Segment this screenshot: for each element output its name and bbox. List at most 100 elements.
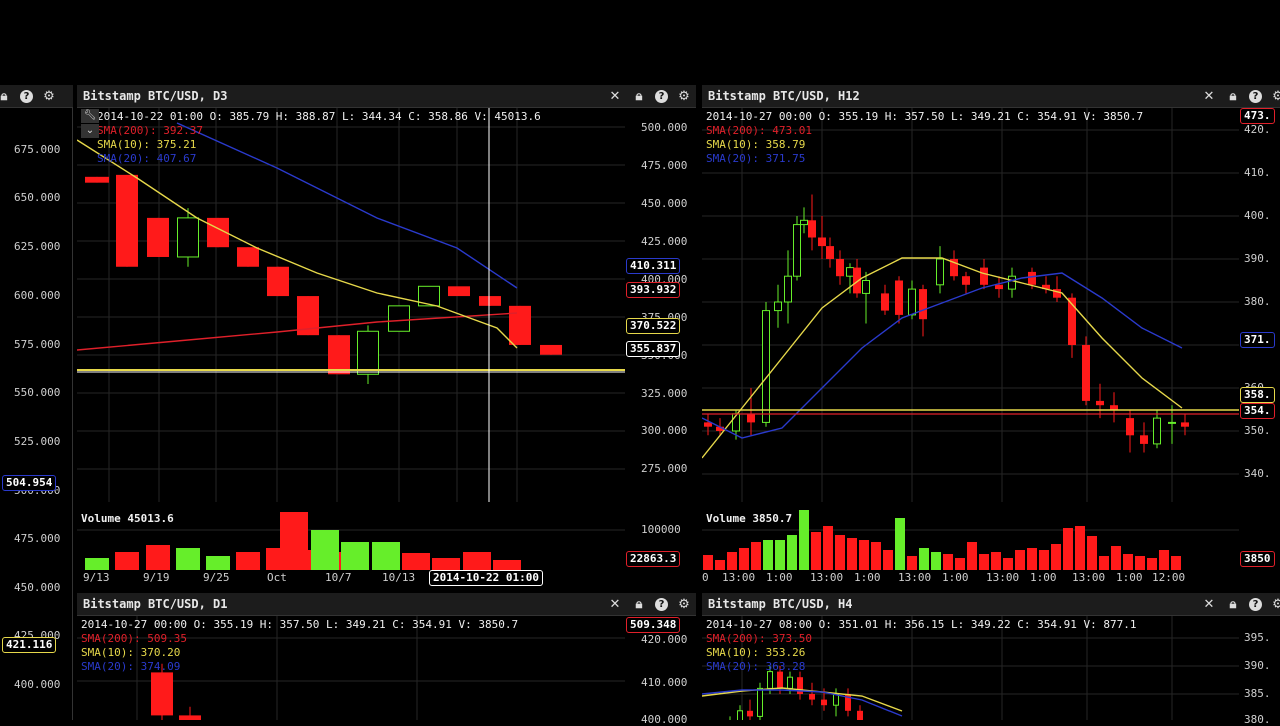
candle-body bbox=[328, 335, 350, 375]
price-tick-label: 500.000 bbox=[641, 121, 688, 134]
sma10-readout: SMA(10): 370.20 bbox=[81, 646, 181, 659]
volume-bar bbox=[1123, 554, 1133, 570]
candle-body bbox=[980, 267, 988, 285]
help-icon[interactable]: ? bbox=[655, 89, 668, 103]
help-icon[interactable]: ? bbox=[20, 89, 33, 103]
volume-bar bbox=[799, 510, 809, 570]
volume-bar bbox=[919, 548, 929, 570]
volume-bar bbox=[1063, 528, 1073, 570]
price-tick-label: 410.000 bbox=[641, 676, 688, 689]
price-axis: 420.410.400.390.380.370.360.350.340.473.… bbox=[1240, 108, 1280, 502]
candle-body bbox=[821, 699, 827, 706]
price-tick-label: 420. bbox=[1244, 123, 1271, 136]
volume-bar bbox=[206, 556, 230, 570]
volume-bar bbox=[1015, 550, 1025, 570]
volume-bar bbox=[372, 542, 400, 570]
candle-body bbox=[151, 672, 173, 716]
gear-icon[interactable]: ⚙ bbox=[676, 88, 692, 104]
lock-icon[interactable]: 🔒︎ bbox=[0, 88, 12, 104]
lock-icon[interactable]: 🔒︎ bbox=[1225, 596, 1241, 612]
price-tick-label: 100000 bbox=[641, 523, 681, 536]
price-chart-d3[interactable] bbox=[77, 108, 625, 502]
candle-body bbox=[448, 286, 470, 297]
candle-body bbox=[388, 305, 410, 332]
candle-body bbox=[747, 413, 755, 423]
price-tick-label: 395. bbox=[1244, 631, 1271, 644]
price-tick-label: 420.000 bbox=[641, 633, 688, 646]
panel-titlebar: Bitstamp BTC/USD, D1 ✕ 🔒︎ ? ⚙ bbox=[77, 593, 696, 616]
volume-label: Volume 45013.6 bbox=[81, 512, 174, 525]
candle-body bbox=[787, 676, 793, 689]
volume-bar bbox=[859, 540, 869, 570]
panel-title: Bitstamp BTC/USD, H12 bbox=[708, 89, 860, 103]
candle-body bbox=[774, 301, 782, 312]
volume-bar bbox=[1075, 526, 1085, 570]
chart-panel-h4: Bitstamp BTC/USD, H4 ✕ 🔒︎ ? ⚙ 2014-10-27… bbox=[702, 593, 1280, 726]
candle-body bbox=[826, 246, 834, 259]
sma200-readout: SMA(200): 509.35 bbox=[81, 632, 187, 645]
close-icon[interactable]: ✕ bbox=[1201, 88, 1217, 104]
candle-body bbox=[1096, 400, 1104, 406]
candle-body bbox=[962, 276, 970, 285]
ohlc-readout: 2014-10-27 08:00 O: 351.01 H: 356.15 L: … bbox=[706, 618, 1137, 631]
lock-icon[interactable]: 🔒︎ bbox=[631, 596, 647, 612]
time-tick-label: 0 bbox=[702, 571, 709, 584]
time-tick-label: 13:00 bbox=[986, 571, 1020, 584]
price-tick-label: 425.000 bbox=[641, 235, 688, 248]
sma20-readout: SMA(20): 371.75 bbox=[706, 152, 806, 165]
help-icon[interactable]: ? bbox=[1249, 89, 1262, 103]
time-tick-label: 1:00 bbox=[1116, 571, 1143, 584]
gear-icon[interactable]: ⚙ bbox=[1270, 88, 1280, 104]
price-tick-label: 350. bbox=[1244, 424, 1271, 437]
lock-icon[interactable]: 🔒︎ bbox=[1225, 88, 1241, 104]
volume-bar bbox=[1051, 544, 1061, 570]
candle-body bbox=[267, 266, 289, 297]
volume-bar bbox=[775, 540, 785, 570]
volume-bar bbox=[943, 554, 953, 570]
price-chart-h12[interactable] bbox=[702, 108, 1239, 502]
sma20-readout: SMA(20): 374.09 bbox=[81, 660, 181, 673]
close-icon[interactable]: ✕ bbox=[1201, 596, 1217, 612]
volume-bar bbox=[835, 535, 845, 570]
help-icon[interactable]: ? bbox=[1249, 597, 1262, 611]
gear-icon[interactable]: ⚙ bbox=[41, 88, 57, 104]
price-tick-label: 475.000 bbox=[641, 159, 688, 172]
chevron-down-icon[interactable]: ⌄ bbox=[81, 124, 99, 138]
time-tick-label: 9/13 bbox=[83, 571, 110, 584]
volume-bar bbox=[1171, 556, 1181, 570]
volume-bar bbox=[739, 548, 749, 570]
time-tick-label: 1:00 bbox=[766, 571, 793, 584]
candle-body bbox=[1126, 418, 1134, 436]
volume-bar bbox=[763, 540, 773, 570]
volume-bar bbox=[847, 538, 857, 570]
candle-body bbox=[936, 258, 944, 286]
volume-bar bbox=[236, 552, 260, 570]
candle-body bbox=[777, 671, 783, 689]
candle-body bbox=[85, 176, 109, 183]
volume-bar bbox=[703, 555, 713, 570]
volume-bar bbox=[402, 553, 430, 570]
sma200-readout: SMA(200): 373.50 bbox=[706, 632, 812, 645]
time-tick-label: 12:00 bbox=[1152, 571, 1186, 584]
candle-body bbox=[147, 217, 169, 257]
volume-bar bbox=[463, 552, 491, 570]
gear-icon[interactable]: ⚙ bbox=[676, 596, 692, 612]
volume-bar bbox=[1027, 548, 1037, 570]
price-tag: 354. bbox=[1240, 403, 1275, 419]
close-icon[interactable]: ✕ bbox=[607, 596, 623, 612]
candle-body bbox=[762, 310, 770, 423]
time-tick-label: 10/13 bbox=[382, 571, 416, 584]
price-tick-label: 625.000 bbox=[14, 240, 61, 253]
help-icon[interactable]: ? bbox=[655, 597, 668, 611]
ohlc-readout: 2014-10-27 00:00 O: 355.19 H: 357.50 L: … bbox=[81, 618, 519, 631]
close-icon[interactable]: ✕ bbox=[607, 88, 623, 104]
gear-icon[interactable]: ⚙ bbox=[1270, 596, 1280, 612]
volume-bar bbox=[1147, 558, 1157, 570]
ohlc-info: 2014-10-27 00:00 O: 355.19 H: 357.50 L: … bbox=[81, 618, 518, 674]
lock-icon[interactable]: 🔒︎ bbox=[631, 88, 647, 104]
sma10-readout: SMA(10): 358.79 bbox=[706, 138, 806, 151]
price-tag: 3850 bbox=[1240, 551, 1275, 567]
wrench-icon[interactable]: 🔧︎ bbox=[81, 109, 99, 123]
volume-axis: 100000 22863.3 bbox=[626, 510, 696, 570]
volume-bar bbox=[871, 542, 881, 570]
